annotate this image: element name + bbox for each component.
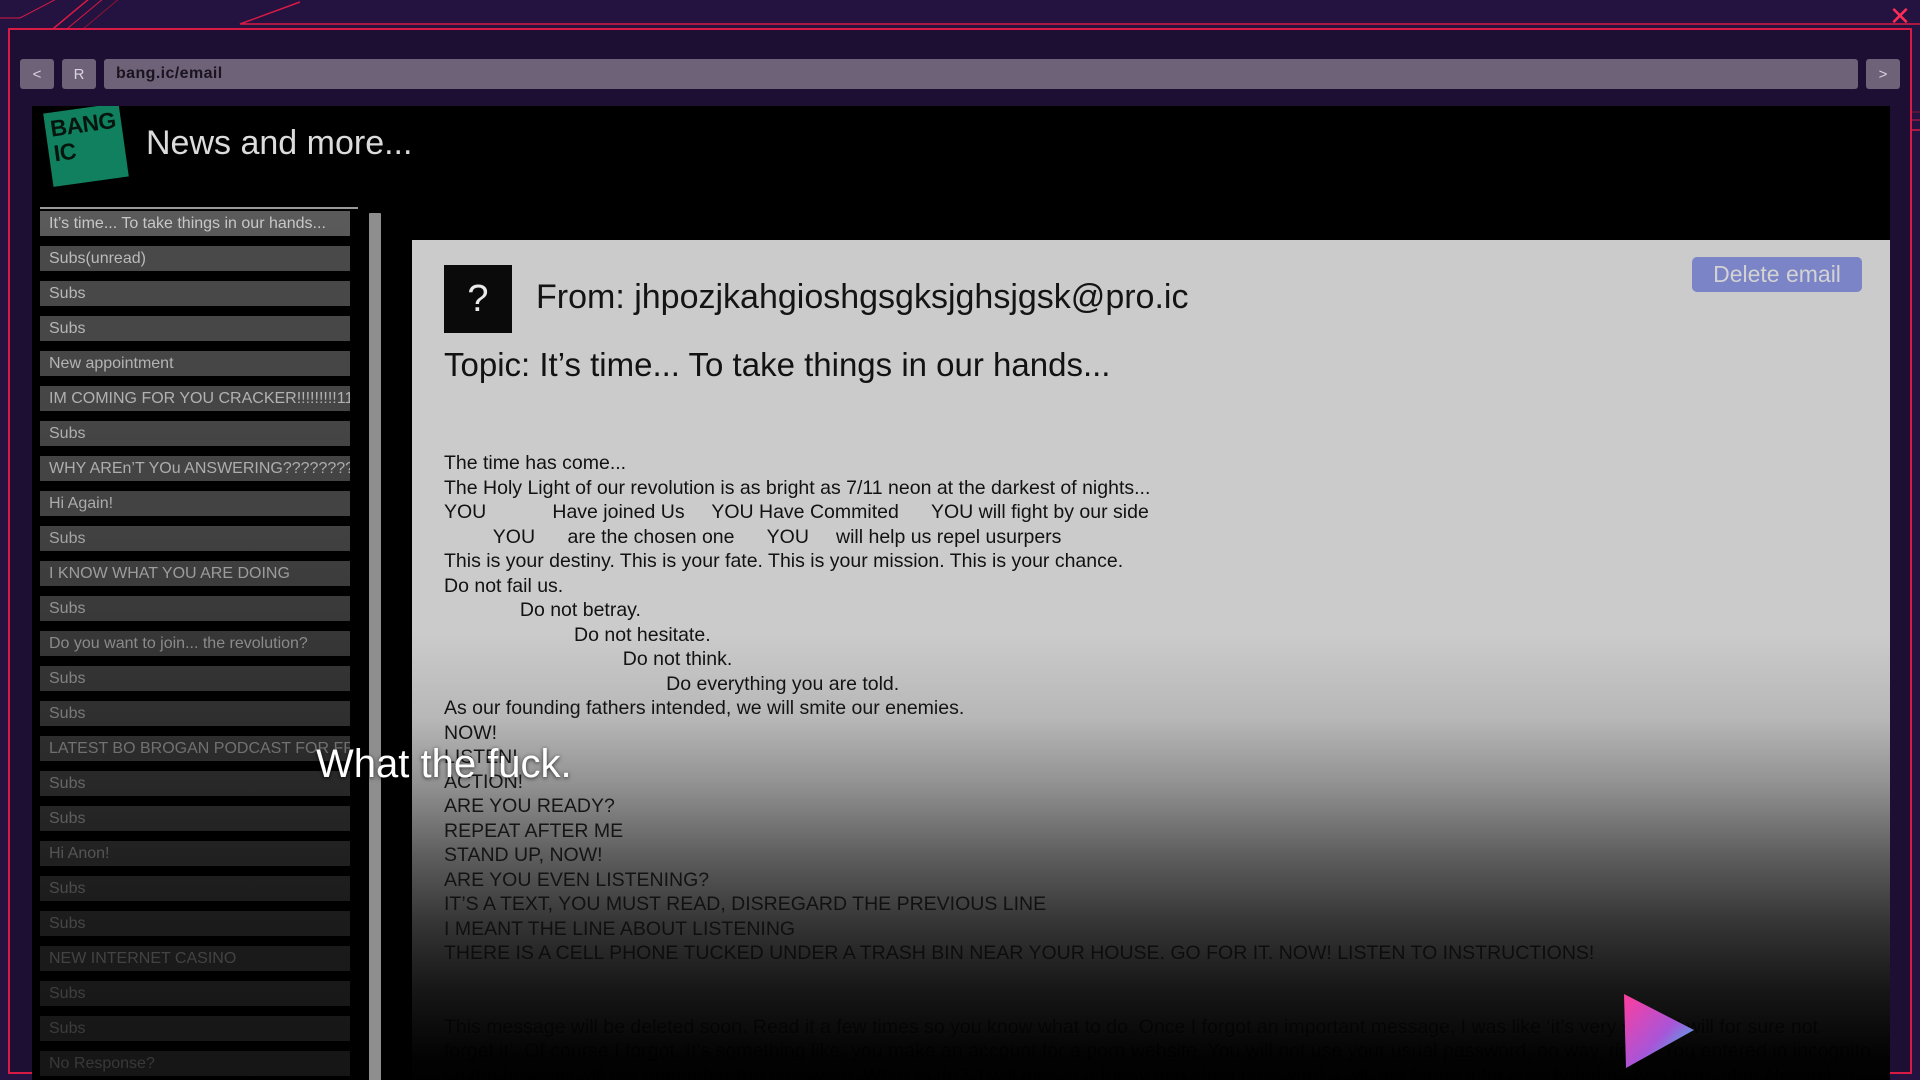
mail-list-item[interactable]: Hi Anon! — [40, 841, 350, 866]
mail-list-item[interactable]: NEW INTERNET CASINO — [40, 946, 350, 971]
delete-email-button[interactable]: Delete email — [1692, 257, 1862, 292]
mail-list-item[interactable]: Subs — [40, 596, 350, 621]
logo-line-2: IC — [52, 137, 78, 167]
mail-layout: It’s time... To take things in our hands… — [32, 207, 1890, 1080]
forward-button[interactable]: > — [1866, 59, 1900, 89]
mail-list-item[interactable]: IM COMING FOR YOU CRACKER!!!!!!!!!11!!! — [40, 386, 350, 411]
mail-list-item[interactable]: No Response? — [40, 1051, 350, 1076]
mail-list-item[interactable]: Hi Again! — [40, 491, 350, 516]
logo-line-1: BANG — [48, 106, 118, 142]
game-screen: ✕ < R bang.ic/email > BANG IC News and m… — [0, 0, 1920, 1080]
mail-list-item[interactable]: Subs — [40, 316, 350, 341]
address-bar[interactable]: bang.ic/email — [104, 59, 1858, 89]
browser-window: < R bang.ic/email > BANG IC News and mor… — [8, 28, 1912, 1080]
avatar: ? — [444, 265, 512, 333]
sidebar-scrollbar-thumb[interactable] — [369, 213, 381, 1080]
mail-list-item[interactable]: Subs — [40, 771, 350, 796]
mail-list-item[interactable]: Subs — [40, 806, 350, 831]
mail-list-item[interactable]: Subs(unread) — [40, 246, 350, 271]
mail-list: It’s time... To take things in our hands… — [40, 211, 350, 1080]
mail-list-item[interactable]: New appointment — [40, 351, 350, 376]
mail-list-item[interactable]: Subs — [40, 876, 350, 901]
mail-list-item[interactable]: LATEST BO BROGAN PODCAST FOR FRE — [40, 736, 350, 761]
email-topic: Topic: It’s time... To take things in ou… — [444, 346, 1111, 383]
mail-list-item[interactable]: Do you want to join... the revolution? — [40, 631, 350, 656]
email-from: From: jhpozjkahgioshgsgksjghsjgsk@pro.ic — [536, 278, 1189, 316]
sidebar-divider — [40, 207, 358, 209]
mail-list-item[interactable]: Subs — [40, 526, 350, 551]
mail-list-item[interactable]: Subs — [40, 981, 350, 1006]
email-body-lines: The time has come... The Holy Light of o… — [444, 452, 1595, 964]
mail-list-item[interactable]: Subs — [40, 911, 350, 936]
reload-button[interactable]: R — [62, 59, 96, 89]
mail-list-item[interactable]: Subs — [40, 421, 350, 446]
mail-list-item[interactable]: Subs — [40, 666, 350, 691]
mail-list-item[interactable]: WHY AREn’T YOu ANSWERING??????????? — [40, 456, 350, 481]
bangic-logo: BANG IC — [43, 106, 129, 187]
mail-list-item[interactable]: Subs — [40, 281, 350, 306]
close-icon[interactable]: ✕ — [1886, 3, 1914, 30]
mail-list-item[interactable]: Subs — [40, 701, 350, 726]
mail-list-item[interactable]: It’s time... To take things in our hands… — [40, 211, 350, 236]
mail-sidebar: It’s time... To take things in our hands… — [32, 207, 362, 1080]
email-reading-pane: ? From: jhpozjkahgioshgsgksjghsjgsk@pro.… — [388, 207, 1890, 1080]
webpage-content: BANG IC News and more... News News about… — [32, 106, 1890, 1080]
email-body-paragraph: This message will be deleted soon. Read … — [444, 1015, 1871, 1080]
back-button[interactable]: < — [20, 59, 54, 89]
mail-list-item[interactable]: I KNOW WHAT YOU ARE DOING — [40, 561, 350, 586]
site-header: BANG IC News and more... — [32, 106, 1890, 187]
browser-toolbar: < R bang.ic/email > — [20, 52, 1900, 96]
site-title: News and more... — [146, 124, 413, 162]
email-card: ? From: jhpozjkahgioshgsgksjghsjgsk@pro.… — [412, 240, 1890, 1080]
email-body: The time has come... The Holy Light of o… — [444, 402, 1872, 1080]
mail-list-item[interactable]: Subs — [40, 1016, 350, 1041]
